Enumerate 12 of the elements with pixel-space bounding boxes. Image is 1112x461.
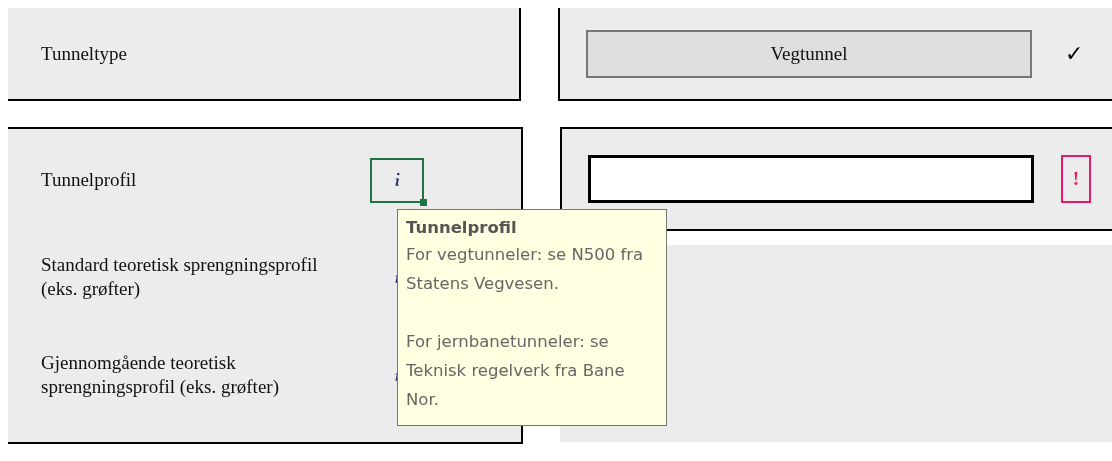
tooltip-text: For vegtunneler: se N500 fra Statens Vegvesen. xyxy=(406,244,645,295)
info-icon[interactable] xyxy=(370,157,424,203)
field-label: Gjennomgående teoretisk sprengningsprofil (eks. grøfter) xyxy=(41,351,280,399)
valid-mark: ✓ xyxy=(1065,41,1084,66)
tunnel-profile-field[interactable] xyxy=(588,155,1034,203)
tunnel-type-select[interactable]: Vegtunnel xyxy=(586,29,1032,78)
field-label: Standard teoretisk sprengningsprofil (eks. grøfter) xyxy=(41,253,319,301)
tooltip-text: For jernbanetunneler: se Teknisk regelverk fra Bane Nor. xyxy=(406,331,626,411)
error-mark: ! xyxy=(1061,155,1091,203)
field-label: Tunneltype xyxy=(41,42,127,65)
tooltip-title: Tunnelprofil xyxy=(406,217,518,239)
field-label: Tunnelprofil xyxy=(41,169,137,191)
